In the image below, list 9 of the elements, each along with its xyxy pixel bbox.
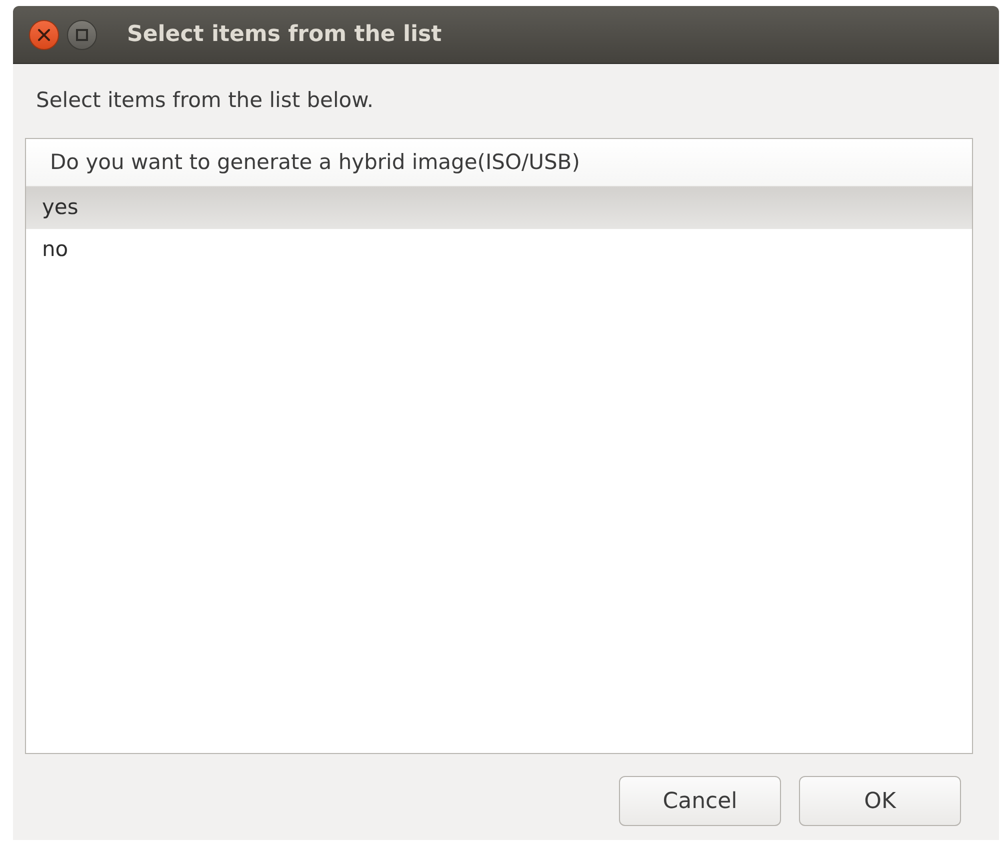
dialog-button[interactable]: OK (799, 776, 961, 826)
dialog-button[interactable]: Cancel (619, 776, 781, 826)
maximize-icon (76, 28, 88, 40)
maximize-button[interactable] (67, 20, 97, 50)
window-title: Select items from the list (127, 24, 442, 46)
close-icon (38, 28, 50, 40)
list-row[interactable]: yes (26, 187, 972, 229)
close-button[interactable] (29, 20, 59, 50)
prompt-label: Select items from the list below. (36, 87, 374, 114)
